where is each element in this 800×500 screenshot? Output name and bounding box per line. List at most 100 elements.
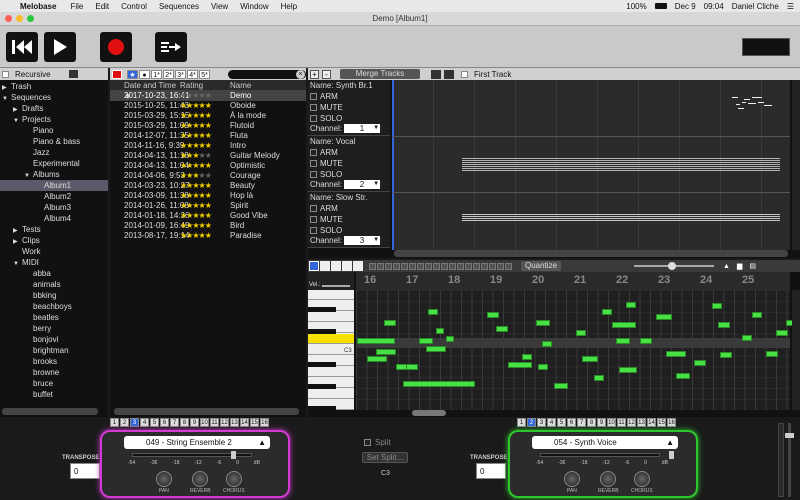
- channel-select[interactable]: 1 ▼: [344, 124, 381, 133]
- sequence-row[interactable]: 2017-10-23, 16:41 ★★★★★ Demo: [110, 91, 306, 101]
- step-forward-button[interactable]: [155, 32, 187, 62]
- left-transpose-input[interactable]: 0: [70, 463, 100, 479]
- left-channel-tab[interactable]: 12: [220, 418, 229, 427]
- master-volume-thumb[interactable]: [785, 433, 794, 438]
- move-tool-icon[interactable]: [342, 261, 352, 271]
- channel-select[interactable]: 2 ▼: [344, 180, 381, 189]
- midi-note[interactable]: [752, 312, 762, 318]
- sequence-row[interactable]: 2014-04-06, 9:53 ★★★★★ Courage: [110, 171, 306, 181]
- note-grid[interactable]: [356, 290, 796, 410]
- close-window-button[interactable]: [5, 15, 12, 22]
- sequence-row[interactable]: 2015-10-25, 11:43 ★★★★★ Oboide: [110, 101, 306, 111]
- tree-item[interactable]: brooks: [0, 356, 108, 367]
- arm-checkbox[interactable]: [310, 93, 317, 101]
- add-track-button[interactable]: +: [310, 69, 319, 79]
- sequence-rating[interactable]: ★★★★★: [178, 151, 228, 161]
- pencil-tool-icon[interactable]: [331, 261, 341, 271]
- right-channel-tab[interactable]: 4: [547, 418, 556, 427]
- channel-color-swatch[interactable]: [385, 262, 392, 270]
- sequence-row[interactable]: 2014-12-07, 11:35 ★★★★★ Fluta: [110, 131, 306, 141]
- sequence-list-scrollbar[interactable]: [114, 408, 299, 415]
- rating-filter-tab[interactable]: ★: [127, 69, 138, 79]
- tree-item[interactable]: ▶ Tests: [0, 224, 108, 235]
- disclosure-open-icon[interactable]: ▼: [24, 171, 33, 182]
- zoom-window-button[interactable]: [27, 15, 34, 22]
- first-track-checkbox[interactable]: [461, 70, 468, 78]
- sequence-row[interactable]: 2014-04-13, 11:18 ★★★★★ Guitar Melody: [110, 151, 306, 161]
- right-channel-tab[interactable]: 12: [627, 418, 636, 427]
- right-channel-tab[interactable]: 13: [637, 418, 646, 427]
- bar-ruler[interactable]: 16 17 18 19 20 21 22 23 24 25: [356, 272, 790, 290]
- menu-control[interactable]: Control: [115, 2, 153, 11]
- move-down-icon[interactable]: [444, 69, 454, 79]
- left-volume-meter[interactable]: [132, 451, 252, 459]
- rating-filter-tab[interactable]: 1*: [151, 69, 162, 79]
- right-volume-meter[interactable]: [540, 451, 674, 459]
- right-chorus-knob[interactable]: [634, 471, 650, 487]
- tree-item[interactable]: berry: [0, 323, 108, 334]
- rating-filter-tab[interactable]: 2*: [163, 69, 174, 79]
- tree-item[interactable]: browne: [0, 367, 108, 378]
- play-button[interactable]: [44, 32, 76, 62]
- right-reverb-knob[interactable]: [600, 471, 616, 487]
- star-icon[interactable]: ★: [205, 121, 212, 130]
- sequence-row[interactable]: 2015-03-29, 11:09 ★★★★★ Flutoid: [110, 121, 306, 131]
- midi-note[interactable]: [406, 364, 418, 370]
- left-channel-tab[interactable]: 3: [130, 418, 139, 427]
- disclosure-open-icon[interactable]: ▼: [13, 116, 22, 127]
- arm-checkbox[interactable]: [310, 149, 317, 157]
- tree-item[interactable]: Album3: [0, 202, 108, 213]
- channel-color-swatch[interactable]: [505, 262, 512, 270]
- tracks-vscroll[interactable]: [792, 80, 800, 250]
- left-channel-tab[interactable]: 4: [140, 418, 149, 427]
- midi-note[interactable]: [594, 375, 604, 381]
- right-channel-tab[interactable]: 2: [527, 418, 536, 427]
- select-tool-icon[interactable]: [309, 261, 319, 271]
- menu-sequences[interactable]: Sequences: [153, 2, 205, 11]
- left-channel-tab[interactable]: 2: [120, 418, 129, 427]
- menu-list-icon[interactable]: ☰: [787, 2, 794, 11]
- menu-file[interactable]: File: [64, 2, 89, 11]
- piano-keyboard[interactable]: C3: [308, 290, 354, 413]
- sequence-rating[interactable]: ★★★★★: [178, 221, 228, 231]
- midi-note[interactable]: [602, 309, 612, 315]
- midi-note[interactable]: [367, 356, 387, 362]
- tree-item[interactable]: ▼ MIDI: [0, 257, 108, 268]
- left-channel-tab[interactable]: 1: [110, 418, 119, 427]
- channel-color-swatch[interactable]: [409, 262, 416, 270]
- midi-note[interactable]: [428, 309, 438, 315]
- channel-color-swatch[interactable]: [369, 262, 376, 270]
- channel-color-swatch[interactable]: [425, 262, 432, 270]
- new-sequence-icon[interactable]: [112, 69, 122, 79]
- tree-item[interactable]: beatles: [0, 312, 108, 323]
- tree-item[interactable]: ▼ Albums: [0, 169, 108, 180]
- tree-item[interactable]: Experimental: [0, 158, 108, 169]
- channel-color-swatch[interactable]: [449, 262, 456, 270]
- right-patch-selector[interactable]: 054 - Synth Voice ▲: [532, 436, 678, 449]
- remove-track-button[interactable]: -: [322, 69, 331, 79]
- channel-color-swatch[interactable]: [393, 262, 400, 270]
- minimize-window-button[interactable]: [16, 15, 23, 22]
- midi-note[interactable]: [766, 351, 778, 357]
- midi-note[interactable]: [694, 360, 706, 366]
- right-volume-thumb[interactable]: [669, 451, 674, 459]
- zoom-slider-thumb[interactable]: [668, 262, 677, 270]
- tree-item[interactable]: Jazz: [0, 147, 108, 158]
- right-channel-tab[interactable]: 7: [577, 418, 586, 427]
- sequence-rating[interactable]: ★★★★★: [178, 201, 228, 211]
- midi-note[interactable]: [576, 330, 586, 336]
- midi-note[interactable]: [619, 367, 637, 373]
- clock-time[interactable]: 09:04: [704, 2, 724, 11]
- midi-note[interactable]: [776, 330, 788, 336]
- midi-note[interactable]: [676, 373, 690, 379]
- left-channel-tab[interactable]: 8: [180, 418, 189, 427]
- channel-select[interactable]: 3 ▼: [344, 236, 381, 245]
- sequence-row[interactable]: 2014-03-23, 10:27 ★★★★★ Beauty: [110, 181, 306, 191]
- channel-color-swatch[interactable]: [401, 262, 408, 270]
- tree-item[interactable]: bonjovi: [0, 334, 108, 345]
- sequence-rating[interactable]: ★★★★★: [178, 181, 228, 191]
- menu-edit[interactable]: Edit: [89, 2, 115, 11]
- midi-note[interactable]: [538, 364, 548, 370]
- midi-note[interactable]: [436, 328, 444, 334]
- sequence-rating[interactable]: ★★★★★: [178, 101, 228, 111]
